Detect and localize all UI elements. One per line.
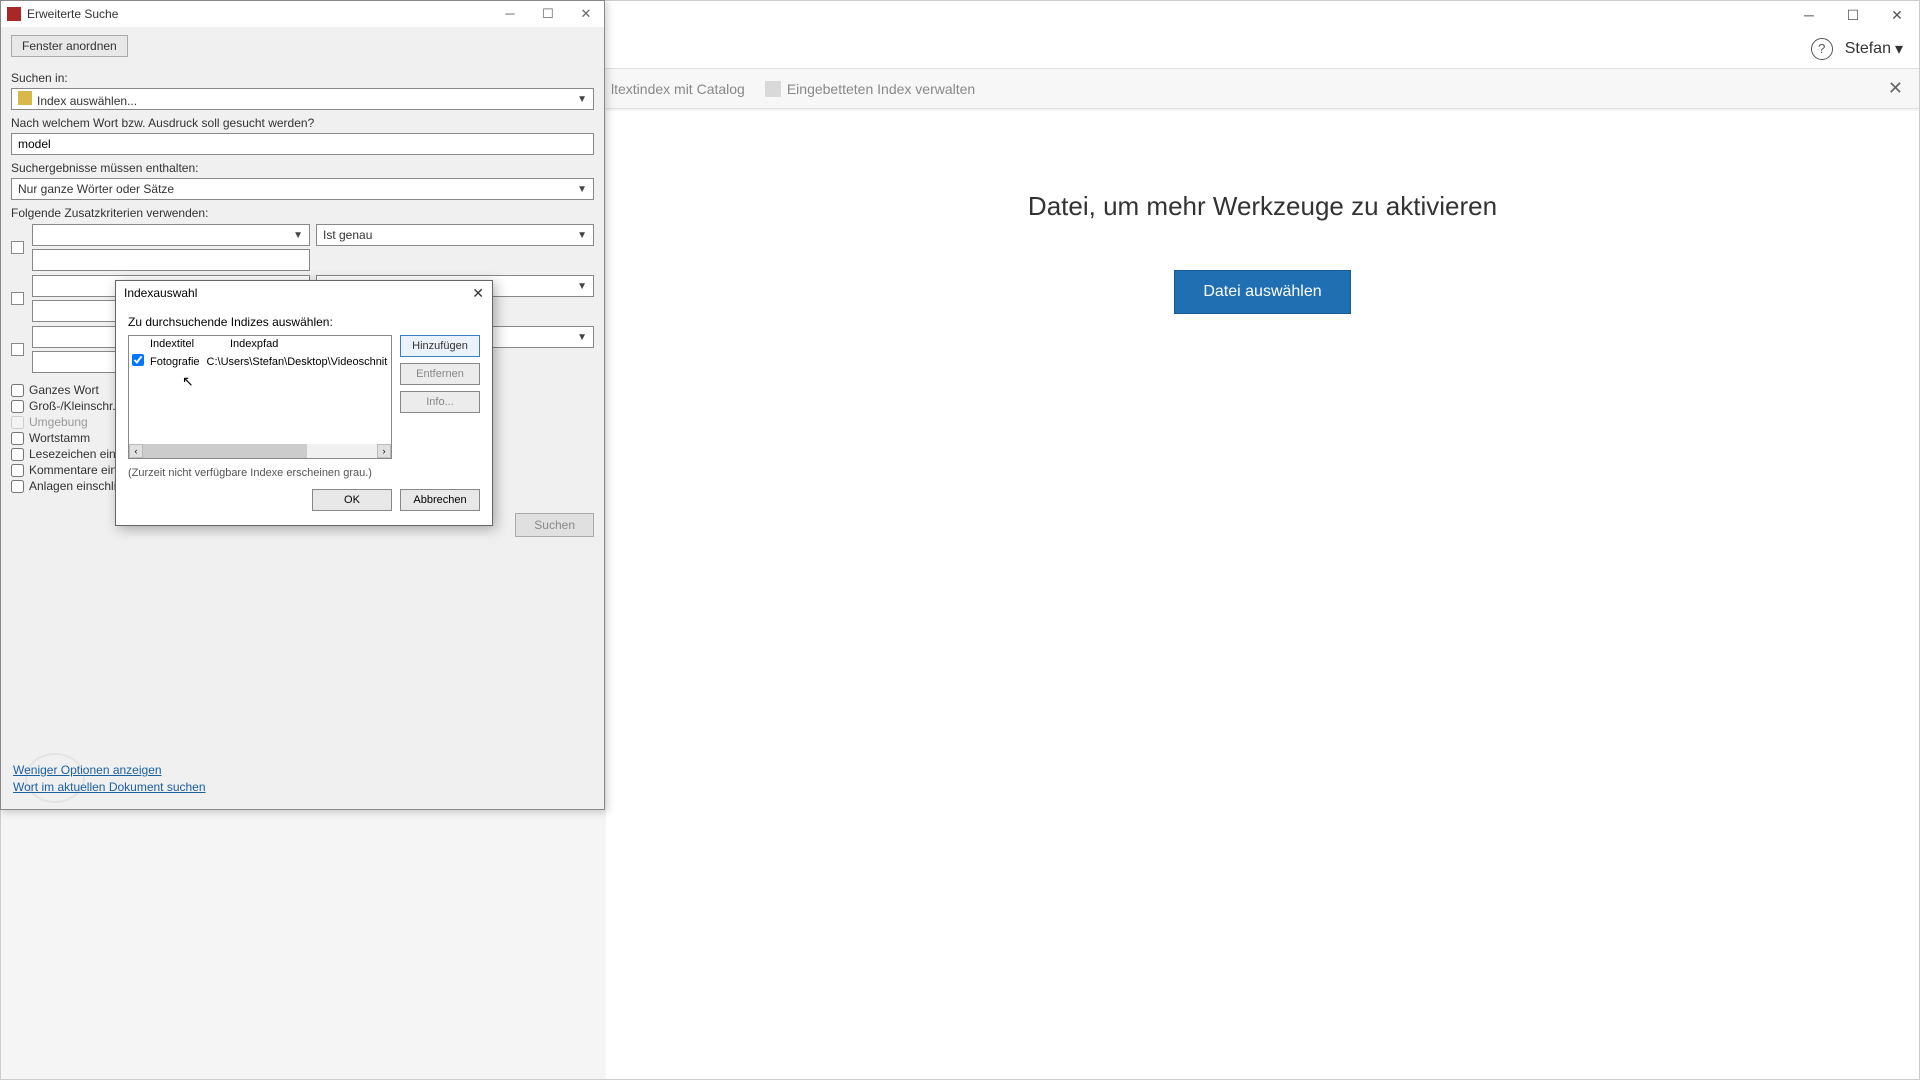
less-options-link[interactable]: Weniger Optionen anzeigen xyxy=(13,763,206,777)
index-row-title: Fotografie xyxy=(147,354,204,370)
arrange-windows-button[interactable]: Fenster anordnen xyxy=(11,35,128,57)
subbar-item-embedded-index[interactable]: Eingebetteten Index verwalten xyxy=(765,81,975,97)
case-label: Groß-/Kleinschr. xyxy=(29,399,116,413)
close-panel-button[interactable]: ✕ xyxy=(1888,78,1903,99)
index-icon xyxy=(765,81,781,97)
criteria-1-checkbox[interactable] xyxy=(11,241,24,254)
chevron-down-icon: ▼ xyxy=(577,230,587,241)
help-icon[interactable]: ? xyxy=(1811,38,1833,60)
index-selection-dialog: Indexauswahl ✕ Zu durchsuchende Indizes … xyxy=(115,280,493,526)
criteria-2-checkbox[interactable] xyxy=(11,292,24,305)
stem-checkbox[interactable] xyxy=(11,432,24,445)
index-close-button[interactable]: ✕ xyxy=(472,285,484,302)
proximity-checkbox xyxy=(11,416,24,429)
search-in-select[interactable]: Index auswählen... ▼ xyxy=(11,88,594,110)
criteria-1-field-select[interactable]: ▼ xyxy=(32,224,310,246)
chevron-down-icon: ▼ xyxy=(293,230,303,241)
bookmarks-checkbox[interactable] xyxy=(11,448,24,461)
criteria-1-op-select[interactable]: Ist genau ▼ xyxy=(316,224,594,246)
scroll-right-button[interactable]: › xyxy=(377,444,391,458)
col-title: Indextitel xyxy=(147,336,227,352)
results-value: Nur ganze Wörter oder Sätze xyxy=(18,182,174,196)
results-label: Suchergebnisse müssen enthalten: xyxy=(11,161,594,175)
criteria-op-value: Ist genau xyxy=(323,228,372,242)
user-menu[interactable]: Stefan ▾ xyxy=(1845,39,1903,59)
criteria-1-value-input[interactable] xyxy=(32,249,310,271)
index-list-header: Indextitel Indexpfad xyxy=(129,336,391,352)
subbar-label: ltextindex mit Catalog xyxy=(611,81,745,97)
index-list: Indextitel Indexpfad Fotografie C:\Users… xyxy=(128,335,392,459)
whole-word-checkbox[interactable] xyxy=(11,384,24,397)
search-titlebar: Erweiterte Suche ─ ☐ ✕ xyxy=(1,1,604,27)
attachments-checkbox[interactable] xyxy=(11,480,24,493)
whole-word-label: Ganzes Wort xyxy=(29,383,99,397)
subbar-label: Eingebetteten Index verwalten xyxy=(787,81,975,97)
app-close-button[interactable]: ✕ xyxy=(1875,1,1919,29)
index-list-row[interactable]: Fotografie C:\Users\Stefan\Desktop\Video… xyxy=(129,352,391,371)
criteria-label: Folgende Zusatzkriterien verwenden: xyxy=(11,206,594,220)
search-title: Erweiterte Suche xyxy=(27,7,118,21)
add-index-button[interactable]: Hinzufügen xyxy=(400,335,480,357)
chevron-down-icon: ▾ xyxy=(1895,39,1903,59)
search-current-doc-link[interactable]: Wort im aktuellen Dokument suchen xyxy=(13,780,206,794)
chevron-down-icon: ▼ xyxy=(577,94,587,105)
proximity-label: Umgebung xyxy=(29,415,88,429)
index-label: Zu durchsuchende Indizes auswählen: xyxy=(128,315,480,329)
search-footer: Weniger Optionen anzeigen Wort im aktuel… xyxy=(13,760,206,797)
user-name: Stefan xyxy=(1845,40,1891,58)
chevron-down-icon: ▼ xyxy=(577,281,587,292)
search-in-label: Suchen in: xyxy=(11,71,594,85)
word-label: Nach welchem Wort bzw. Ausdruck soll ges… xyxy=(11,116,594,130)
info-index-button: Info... xyxy=(400,391,480,413)
main-headline: Datei, um mehr Werkzeuge zu aktivieren xyxy=(1028,191,1497,222)
index-note: (Zurzeit nicht verfügbare Indexe erschei… xyxy=(128,467,480,479)
search-word-input[interactable] xyxy=(11,133,594,155)
scroll-left-button[interactable]: ‹ xyxy=(129,444,143,458)
index-list-scrollbar[interactable]: ‹ › xyxy=(129,444,391,458)
stem-label: Wortstamm xyxy=(29,431,90,445)
remove-index-button: Entfernen xyxy=(400,363,480,385)
cancel-button[interactable]: Abbrechen xyxy=(400,489,480,511)
main-content: Datei, um mehr Werkzeuge zu aktivieren D… xyxy=(606,111,1919,1079)
case-checkbox[interactable] xyxy=(11,400,24,413)
ok-button[interactable]: OK xyxy=(312,489,392,511)
chevron-down-icon: ▼ xyxy=(577,332,587,343)
folder-icon xyxy=(18,91,32,105)
search-in-value: Index auswählen... xyxy=(37,94,137,108)
app-minimize-button[interactable]: ─ xyxy=(1787,1,1831,29)
search-minimize-button[interactable]: ─ xyxy=(498,6,522,22)
scroll-thumb[interactable] xyxy=(143,444,307,458)
subbar-item-catalog[interactable]: ltextindex mit Catalog xyxy=(611,81,745,97)
index-row-path: C:\Users\Stefan\Desktop\Videoschnit xyxy=(204,354,392,370)
search-button[interactable]: Suchen xyxy=(515,513,594,537)
results-select[interactable]: Nur ganze Wörter oder Sätze ▼ xyxy=(11,178,594,200)
app-maximize-button[interactable]: ☐ xyxy=(1831,1,1875,29)
app-icon xyxy=(7,7,21,21)
index-row-checkbox[interactable] xyxy=(132,354,144,366)
index-titlebar: Indexauswahl ✕ xyxy=(116,281,492,305)
search-close-button[interactable]: ✕ xyxy=(574,6,598,22)
comments-checkbox[interactable] xyxy=(11,464,24,477)
index-footer: OK Abbrechen xyxy=(128,489,480,511)
select-file-button[interactable]: Datei auswählen xyxy=(1174,270,1350,314)
criteria-3-checkbox[interactable] xyxy=(11,343,24,356)
criteria-row-1: ▼ Ist genau ▼ xyxy=(11,224,594,271)
chevron-down-icon: ▼ xyxy=(577,184,587,195)
search-maximize-button[interactable]: ☐ xyxy=(536,6,560,22)
scroll-track[interactable] xyxy=(143,444,377,458)
index-title: Indexauswahl xyxy=(124,286,197,300)
col-path: Indexpfad xyxy=(227,336,391,352)
index-buttons: Hinzufügen Entfernen Info... xyxy=(400,335,480,459)
